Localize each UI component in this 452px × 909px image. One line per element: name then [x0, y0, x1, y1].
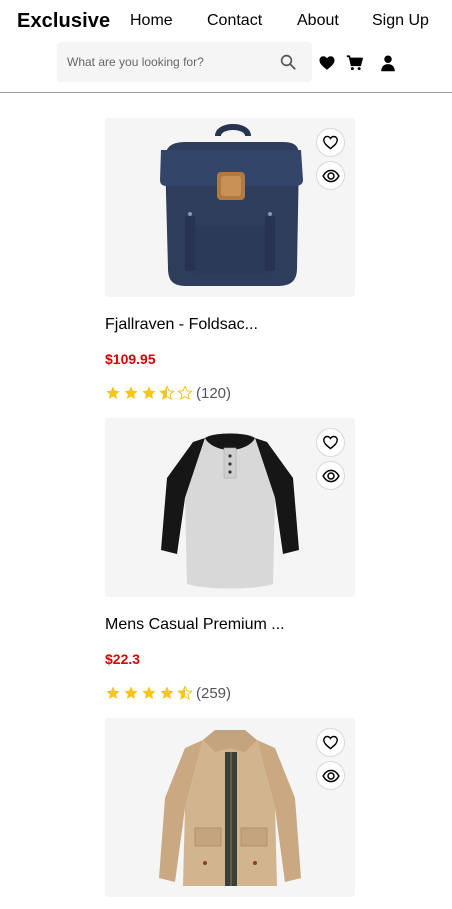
nav-about[interactable]: About: [297, 12, 339, 30]
star-full-icon: [142, 386, 156, 399]
star-half-icon: [177, 685, 193, 701]
product-image-box[interactable]: [105, 418, 355, 597]
quick-view-button[interactable]: [316, 161, 345, 190]
star-full-icon: [106, 386, 120, 399]
header-divider: [0, 92, 452, 93]
product-price: $109.95: [105, 351, 156, 367]
heart-outline-icon: [323, 135, 338, 150]
search-icon[interactable]: [279, 53, 297, 71]
heart-outline-icon: [323, 435, 338, 450]
nav-sign-up[interactable]: Sign Up: [372, 12, 429, 30]
product-card[interactable]: Mens Casual Premium ... $22.3 (259): [105, 418, 355, 702]
brand-logo[interactable]: Exclusive: [17, 10, 110, 33]
user-icon[interactable]: [379, 54, 397, 72]
review-count: (120): [196, 384, 232, 402]
star-half-icon: [159, 385, 175, 401]
star-full-icon: [160, 686, 174, 699]
quick-view-button[interactable]: [316, 761, 345, 790]
wishlist-button[interactable]: [316, 128, 345, 157]
search-input[interactable]: [57, 42, 277, 82]
wishlist-button[interactable]: [316, 428, 345, 457]
product-rating: (120): [105, 383, 231, 403]
heart-icon[interactable]: [318, 54, 336, 72]
star-full-icon: [124, 386, 138, 399]
search-box: [57, 42, 312, 82]
star-full-icon: [124, 686, 138, 699]
product-title[interactable]: Fjallraven - Foldsac...: [105, 316, 258, 334]
product-image-box[interactable]: [105, 718, 355, 897]
star-empty-icon: [177, 385, 193, 401]
product-price: $22.3: [105, 651, 141, 667]
star-full-icon: [106, 686, 120, 699]
product-card[interactable]: [105, 718, 355, 897]
eye-icon: [321, 469, 340, 482]
product-title[interactable]: Mens Casual Premium ...: [105, 616, 285, 634]
search-row: [57, 42, 417, 82]
product-image-box[interactable]: [105, 118, 355, 297]
product-card[interactable]: Fjallraven - Foldsac... $109.95 (120): [105, 118, 355, 402]
nav-contact[interactable]: Contact: [207, 12, 262, 30]
wishlist-button[interactable]: [316, 728, 345, 757]
review-count: (259): [196, 684, 232, 702]
eye-icon: [321, 769, 340, 782]
cart-icon[interactable]: [346, 54, 364, 72]
eye-icon: [321, 169, 340, 182]
top-nav: Exclusive Home Contact About Sign Up: [0, 0, 452, 42]
product-rating: (259): [105, 683, 231, 703]
quick-view-button[interactable]: [316, 461, 345, 490]
nav-home[interactable]: Home: [130, 12, 173, 30]
star-full-icon: [142, 686, 156, 699]
heart-outline-icon: [323, 735, 338, 750]
